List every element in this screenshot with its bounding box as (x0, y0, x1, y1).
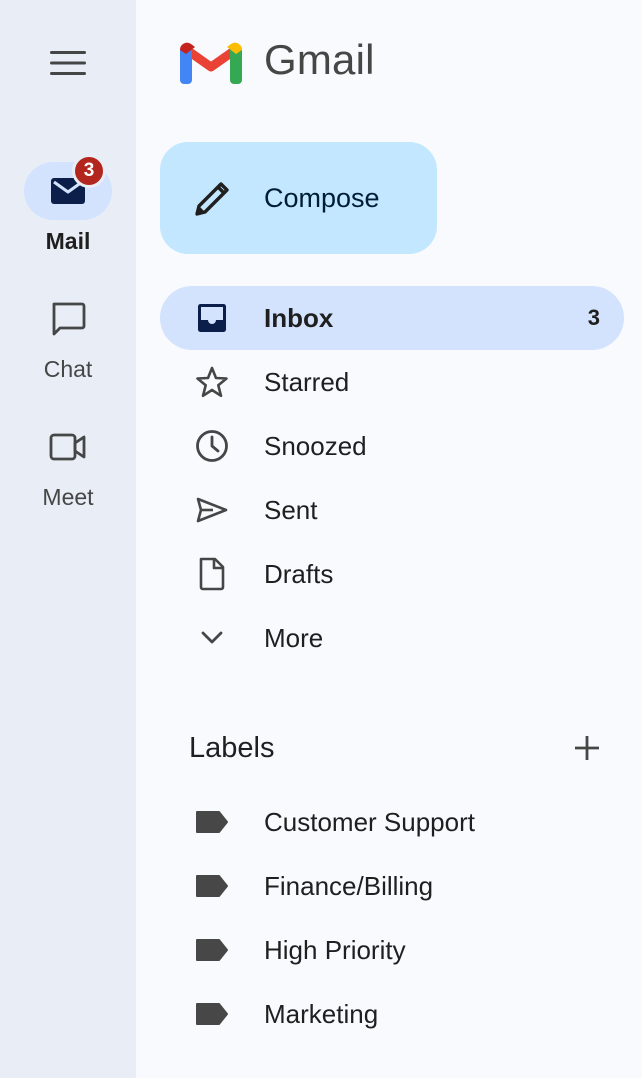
unread-badge: 3 (72, 154, 106, 188)
labels-section-header: Labels (189, 726, 609, 770)
nav-item-label: Starred (264, 366, 350, 397)
plus-icon (575, 736, 599, 760)
send-icon (196, 497, 228, 523)
rail-item-label: Chat (43, 356, 93, 382)
nav-item-inbox[interactable]: Inbox 3 (160, 286, 624, 350)
compose-label: Compose (264, 182, 380, 213)
rail-item-mail[interactable]: 3 Mail (0, 154, 136, 255)
label-item-high-priority[interactable]: High Priority (160, 918, 624, 982)
video-icon (49, 433, 86, 461)
gmail-m-icon (180, 42, 242, 84)
label-item-finance-billing[interactable]: Finance/Billing (160, 854, 624, 918)
label-icon (196, 811, 228, 833)
navigation-rail: 3 Mail Chat Meet (0, 0, 136, 1078)
nav-item-snoozed[interactable]: Snoozed (160, 414, 624, 478)
rail-item-label: Meet (42, 484, 94, 510)
nav-item-more[interactable]: More (160, 606, 624, 670)
chevron-down-icon (201, 631, 223, 644)
nav-item-label: Snoozed (264, 430, 367, 461)
nav-item-starred[interactable]: Starred (160, 350, 624, 414)
compose-button[interactable]: Compose (160, 142, 437, 254)
main-menu-button[interactable] (40, 40, 96, 86)
pencil-icon (195, 182, 229, 216)
label-item-label: Finance/Billing (264, 870, 434, 901)
rail-item-label: Mail (45, 228, 91, 254)
nav-item-label: Drafts (264, 558, 334, 589)
unread-count: 3 (587, 305, 600, 330)
labels-title: Labels (189, 731, 275, 764)
draft-icon (199, 557, 225, 591)
label-icon (196, 939, 228, 961)
nav-item-label: More (264, 622, 324, 653)
label-icon (196, 875, 228, 897)
nav-item-drafts[interactable]: Drafts (160, 542, 624, 606)
chat-icon (52, 302, 86, 336)
star-icon (196, 366, 228, 398)
gmail-logo[interactable]: Gmail (180, 36, 375, 84)
rail-item-mail-indicator: 3 (24, 154, 112, 220)
nav-item-label: Inbox (264, 302, 334, 333)
label-item-label: High Priority (264, 934, 406, 965)
hamburger-icon (50, 51, 86, 75)
label-icon (196, 1003, 228, 1025)
create-label-button[interactable] (565, 726, 609, 770)
inbox-icon (198, 304, 226, 332)
rail-item-chat-indicator (24, 290, 112, 348)
nav-item-sent[interactable]: Sent (160, 478, 624, 542)
label-item-customer-support[interactable]: Customer Support (160, 790, 624, 854)
rail-item-meet-indicator (24, 418, 112, 476)
rail-item-chat[interactable]: Chat (0, 290, 136, 383)
app-title: Gmail (264, 36, 375, 83)
clock-icon (196, 430, 228, 462)
nav-item-label: Sent (264, 494, 318, 525)
rail-item-meet[interactable]: Meet (0, 418, 136, 511)
label-item-label: Marketing (264, 998, 379, 1029)
label-item-label: Customer Support (264, 806, 475, 837)
label-item-marketing[interactable]: Marketing (160, 982, 624, 1046)
